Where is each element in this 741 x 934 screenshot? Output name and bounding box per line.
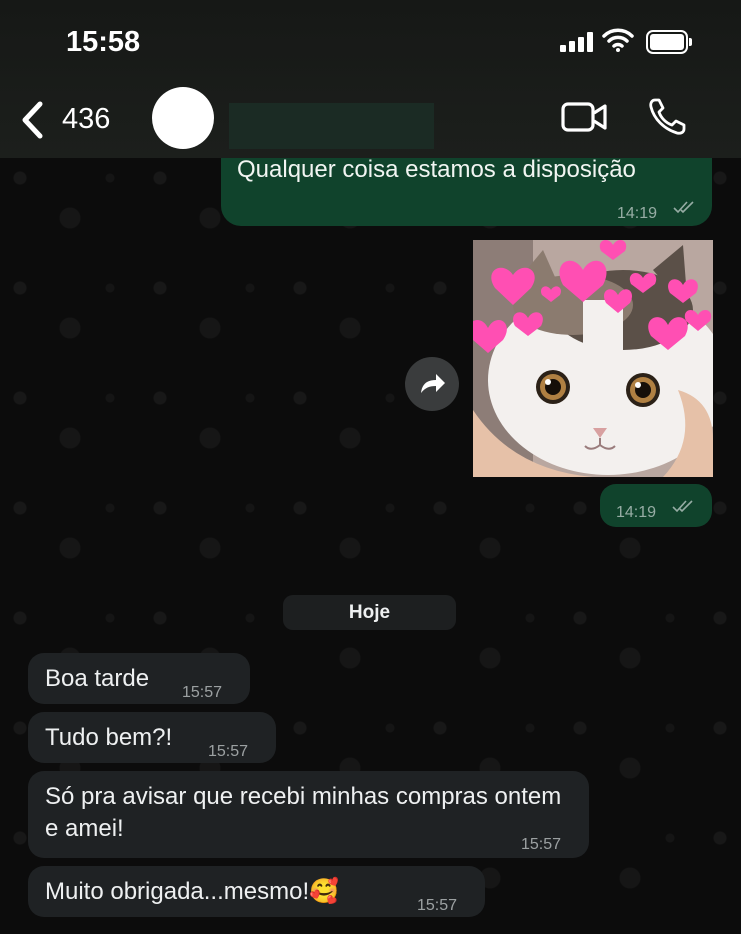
incoming-message[interactable]: Muito obrigada...mesmo!🥰 15:57 <box>28 866 485 917</box>
incoming-message[interactable]: Boa tarde 15:57 <box>28 653 250 704</box>
video-call-icon[interactable] <box>560 98 608 136</box>
message-text: Boa tarde <box>45 665 150 692</box>
forward-button[interactable] <box>405 357 459 411</box>
message-text: Qualquer coisa estamos a disposição <box>237 156 636 183</box>
phone-icon[interactable] <box>646 96 688 138</box>
wifi-icon <box>602 28 634 52</box>
message-time: 15:57 <box>521 836 562 853</box>
message-time: 15:57 <box>182 684 223 701</box>
message-text: Muito obrigada...mesmo!🥰 <box>45 878 340 905</box>
incoming-message[interactable]: Só pra avisar que recebi minhas compras … <box>28 771 589 858</box>
top-bar: 15:58 436 <box>0 0 741 158</box>
cat-photo[interactable] <box>473 240 713 477</box>
day-divider: Hoje <box>283 595 456 630</box>
cell-signal-icon <box>560 32 594 52</box>
cat-image <box>473 240 713 477</box>
battery-icon <box>646 30 692 54</box>
contact-name-redacted[interactable] <box>229 103 434 149</box>
message-text: Só pra avisar que recebi minhas compras … <box>45 783 562 842</box>
smiling-face-hearts-emoji: 🥰 <box>309 878 340 905</box>
contact-avatar[interactable] <box>152 87 214 149</box>
unread-count[interactable]: 436 <box>62 103 110 136</box>
message-time: 14:19 <box>617 205 658 222</box>
outgoing-image-timestamp: 14:19 <box>600 484 712 527</box>
message-time: 15:57 <box>417 897 458 914</box>
double-check-icon <box>673 201 694 214</box>
status-time: 15:58 <box>66 26 141 58</box>
message-text: Tudo bem?! <box>45 724 173 751</box>
message-time: 15:57 <box>208 743 249 760</box>
incoming-message[interactable]: Tudo bem?! 15:57 <box>28 712 276 763</box>
double-check-icon <box>672 500 693 513</box>
message-time: 14:19 <box>616 504 657 521</box>
back-chevron-icon[interactable] <box>20 100 44 140</box>
forward-arrow-icon <box>421 374 445 393</box>
